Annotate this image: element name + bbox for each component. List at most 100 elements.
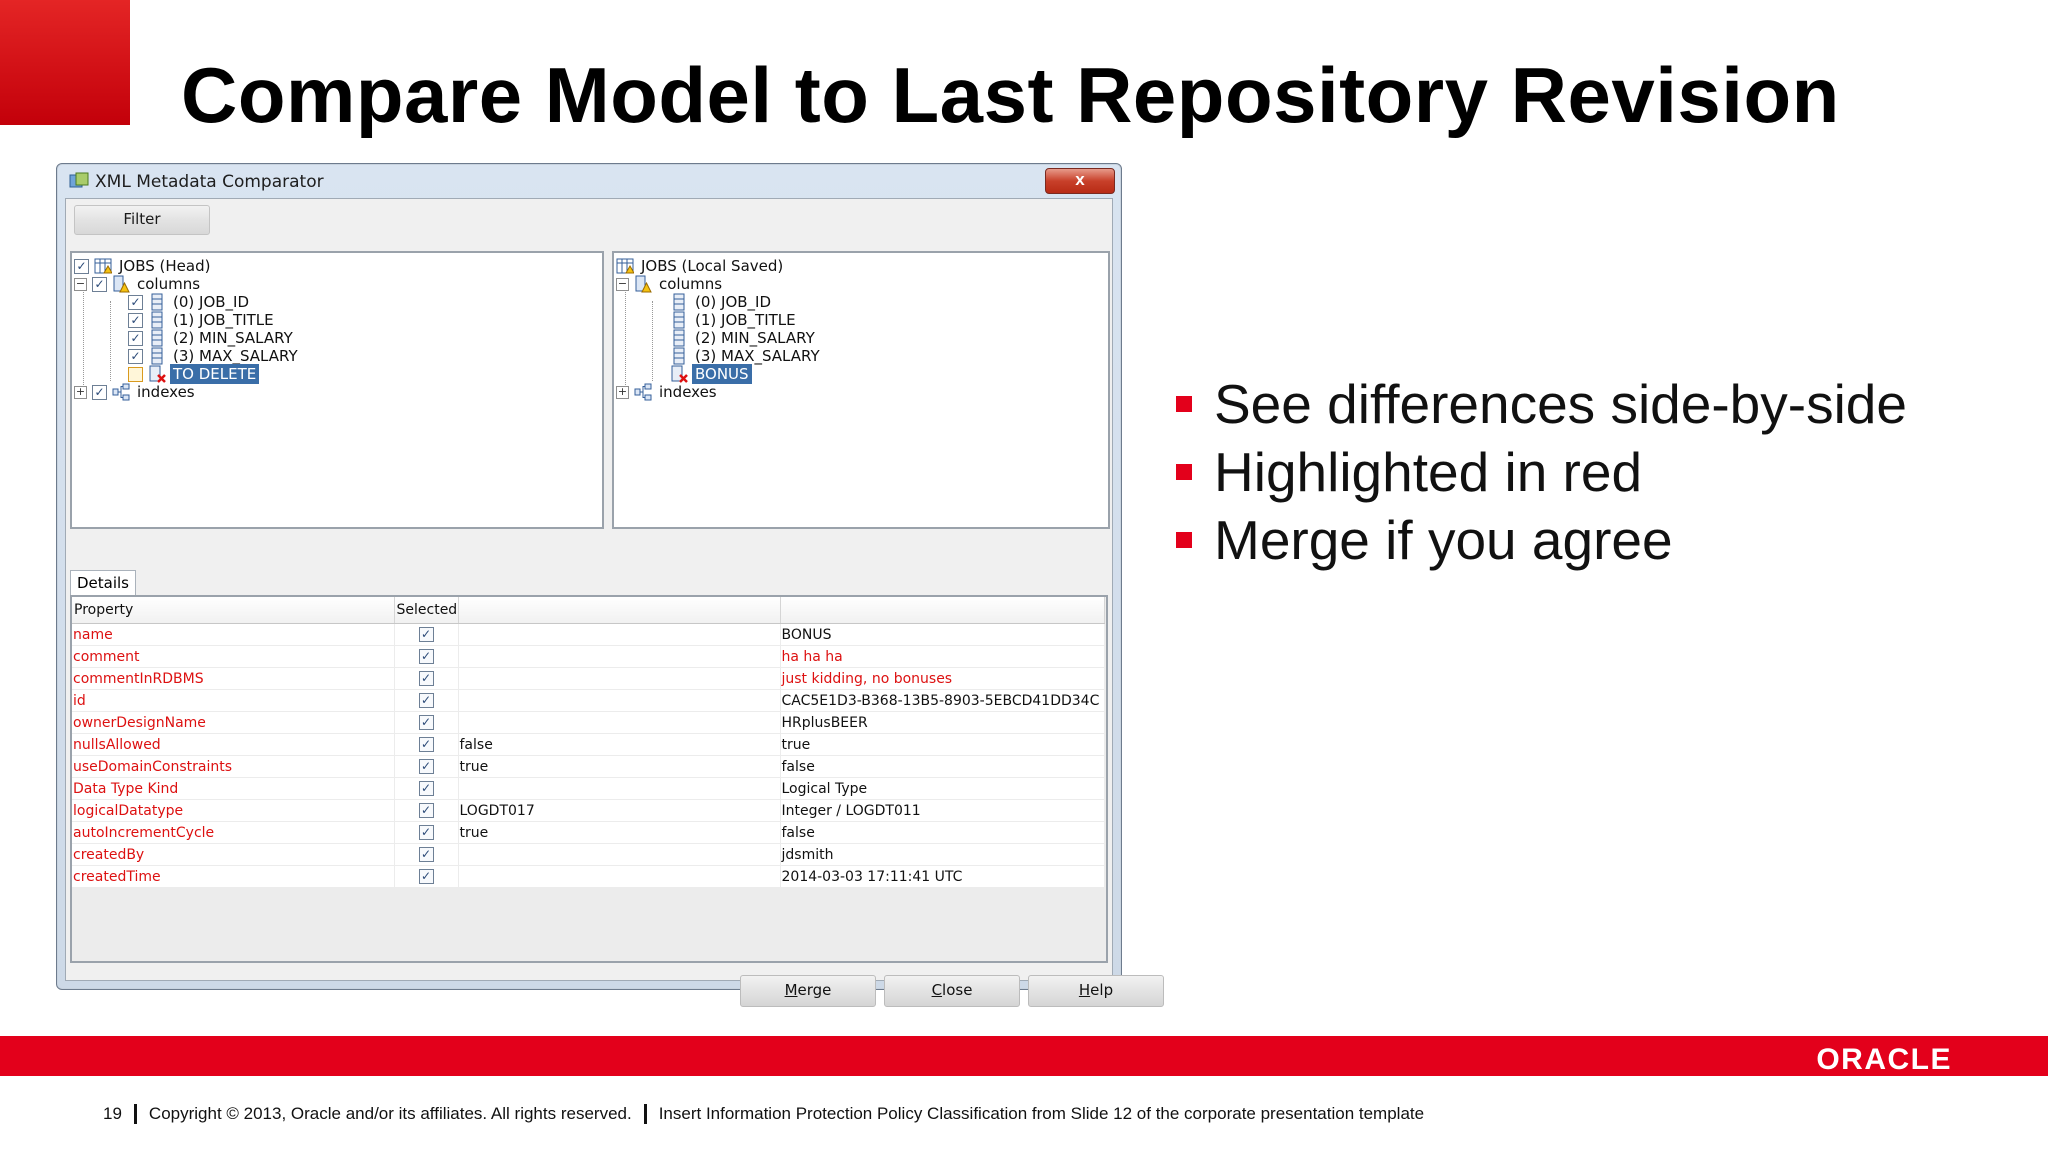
window-close-button[interactable]: x <box>1045 168 1115 194</box>
details-row[interactable]: comment ✓ ha ha ha <box>72 645 1105 668</box>
details-row[interactable]: ownerDesignName ✓ HRplusBEER <box>72 711 1105 734</box>
copyright-text: Copyright © 2013, Oracle and/or its affi… <box>148 1104 632 1123</box>
tree-guide-line <box>652 301 653 381</box>
expand-icon[interactable]: + <box>74 385 87 399</box>
left-value <box>458 843 781 866</box>
left-value: true <box>458 821 781 844</box>
right-value: Logical Type <box>780 777 1105 800</box>
bullet-square-icon <box>1176 532 1192 548</box>
column-header-property[interactable]: Property <box>72 597 395 624</box>
checkbox-unchecked-icon[interactable] <box>128 366 143 382</box>
details-row[interactable]: createdBy ✓ jdsmith <box>72 843 1105 866</box>
checkbox-checked-icon[interactable]: ✓ <box>128 348 143 364</box>
selected-cell: ✓ <box>394 755 459 778</box>
checkbox-checked-icon[interactable]: ✓ <box>92 384 107 400</box>
right-value: Integer / LOGDT011 <box>780 799 1105 822</box>
oracle-logo: ORACLE <box>1816 1043 1952 1076</box>
checkbox-checked-icon[interactable]: ✓ <box>418 715 434 730</box>
checkbox-checked-icon[interactable]: ✓ <box>128 312 143 328</box>
selected-cell: ✓ <box>394 689 459 712</box>
checkbox-checked-icon[interactable]: ✓ <box>418 627 434 642</box>
left-value: true <box>458 755 781 778</box>
checkbox-checked-icon[interactable]: ✓ <box>418 869 434 884</box>
property-name: autoIncrementCycle <box>72 821 395 844</box>
close-button-label: lose <box>942 981 973 999</box>
merge-button[interactable]: Merge <box>740 975 876 1007</box>
checkbox-checked-icon[interactable]: ✓ <box>418 671 434 686</box>
tab-details[interactable]: Details <box>70 570 136 597</box>
column-header-right-value[interactable] <box>780 597 1105 624</box>
selected-cell: ✓ <box>394 667 459 690</box>
details-table: Property Selected name ✓ BONUS comment ✓ ha h… <box>72 597 1105 888</box>
left-value: LOGDT017 <box>458 799 781 822</box>
property-name: Data Type Kind <box>72 777 395 800</box>
close-button[interactable]: Close <box>884 975 1020 1007</box>
bullet-item: See differences side-by-side <box>1176 370 1907 438</box>
selected-cell: ✓ <box>394 711 459 734</box>
details-row[interactable]: commentInRDBMS ✓ just kidding, no bonuses <box>72 667 1105 690</box>
property-name: useDomainConstraints <box>72 755 395 778</box>
checkbox-checked-icon[interactable]: ✓ <box>418 759 434 774</box>
checkbox-checked-icon[interactable]: ✓ <box>418 693 434 708</box>
column-header-left-value[interactable] <box>458 597 781 624</box>
selected-cell: ✓ <box>394 799 459 822</box>
right-value: true <box>780 733 1105 756</box>
right-value: false <box>780 821 1105 844</box>
filter-button[interactable]: Filter <box>74 205 210 235</box>
details-panel: Property Selected name ✓ BONUS comment ✓ ha h… <box>70 595 1108 963</box>
tree-guide-line <box>83 279 84 389</box>
right-tree-panel[interactable]: JOBS (Local Saved) − columns (0) JOB_ID … <box>612 251 1110 529</box>
left-value: false <box>458 733 781 756</box>
checkbox-checked-icon[interactable]: ✓ <box>128 294 143 310</box>
checkbox-checked-icon[interactable]: ✓ <box>128 330 143 346</box>
left-value <box>458 777 781 800</box>
tree-guide-line <box>625 279 626 389</box>
comparator-app-icon <box>69 172 89 188</box>
bullet-text: Highlighted in red <box>1214 441 1643 503</box>
details-row[interactable]: Data Type Kind ✓ Logical Type <box>72 777 1105 800</box>
property-name: createdBy <box>72 843 395 866</box>
indexes-icon <box>112 383 130 401</box>
details-row[interactable]: name ✓ BONUS <box>72 623 1105 646</box>
footer-separator <box>643 1104 647 1124</box>
property-name: ownerDesignName <box>72 711 395 734</box>
selected-cell: ✓ <box>394 623 459 646</box>
collapse-icon[interactable]: − <box>616 277 629 291</box>
details-row[interactable]: createdTime ✓ 2014-03-03 17:11:41 UTC <box>72 865 1105 888</box>
checkbox-checked-icon[interactable]: ✓ <box>418 737 434 752</box>
column-header-selected[interactable]: Selected <box>394 597 459 624</box>
expand-icon[interactable]: + <box>616 385 629 399</box>
selected-cell: ✓ <box>394 777 459 800</box>
collapse-icon[interactable]: − <box>74 277 87 291</box>
details-row[interactable]: useDomainConstraints ✓ true false <box>72 755 1105 778</box>
help-button-label: elp <box>1090 981 1114 999</box>
bullet-square-icon <box>1176 396 1192 412</box>
slide-footer: 19 Copyright © 2013, Oracle and/or its a… <box>103 1104 1424 1124</box>
checkbox-checked-icon[interactable]: ✓ <box>92 276 107 292</box>
tree-node-indexes[interactable]: + indexes <box>616 381 720 403</box>
window-titlebar[interactable]: XML Metadata Comparator x <box>57 164 1121 198</box>
property-name: createdTime <box>72 865 395 888</box>
bullet-text: Merge if you agree <box>1214 509 1673 571</box>
left-tree-panel[interactable]: ✓ JOBS (Head) − ✓ columns ✓ (0) JOB_ID ✓… <box>70 251 604 529</box>
xml-metadata-comparator-window: XML Metadata Comparator x Filter ✓ JOBS … <box>56 163 1164 1007</box>
bullet-list: See differences side-by-side Highlighted… <box>1176 370 1907 574</box>
checkbox-checked-icon[interactable]: ✓ <box>418 781 434 796</box>
right-value: HRplusBEER <box>780 711 1105 734</box>
details-row[interactable]: logicalDatatype ✓ LOGDT017 Integer / LOGDT0… <box>72 799 1105 822</box>
details-row[interactable]: autoIncrementCycle ✓ true false <box>72 821 1105 844</box>
help-button[interactable]: Help <box>1028 975 1164 1007</box>
tree-node-indexes[interactable]: + ✓ indexes <box>74 381 198 403</box>
checkbox-checked-icon[interactable]: ✓ <box>418 649 434 664</box>
checkbox-checked-icon[interactable]: ✓ <box>418 847 434 862</box>
checkbox-checked-icon[interactable]: ✓ <box>418 803 434 818</box>
tree-guide-line <box>110 301 111 381</box>
left-value <box>458 645 781 668</box>
checkbox-checked-icon[interactable]: ✓ <box>418 825 434 840</box>
checkbox-checked-icon[interactable]: ✓ <box>74 258 89 274</box>
classification-text: Insert Information Protection Policy Cla… <box>658 1104 1425 1123</box>
details-row[interactable]: id ✓ CAC5E1D3-B368-13B5-8903-5EBCD41DD34C <box>72 689 1105 712</box>
left-value <box>458 865 781 888</box>
details-row[interactable]: nullsAllowed ✓ false true <box>72 733 1105 756</box>
left-value <box>458 667 781 690</box>
